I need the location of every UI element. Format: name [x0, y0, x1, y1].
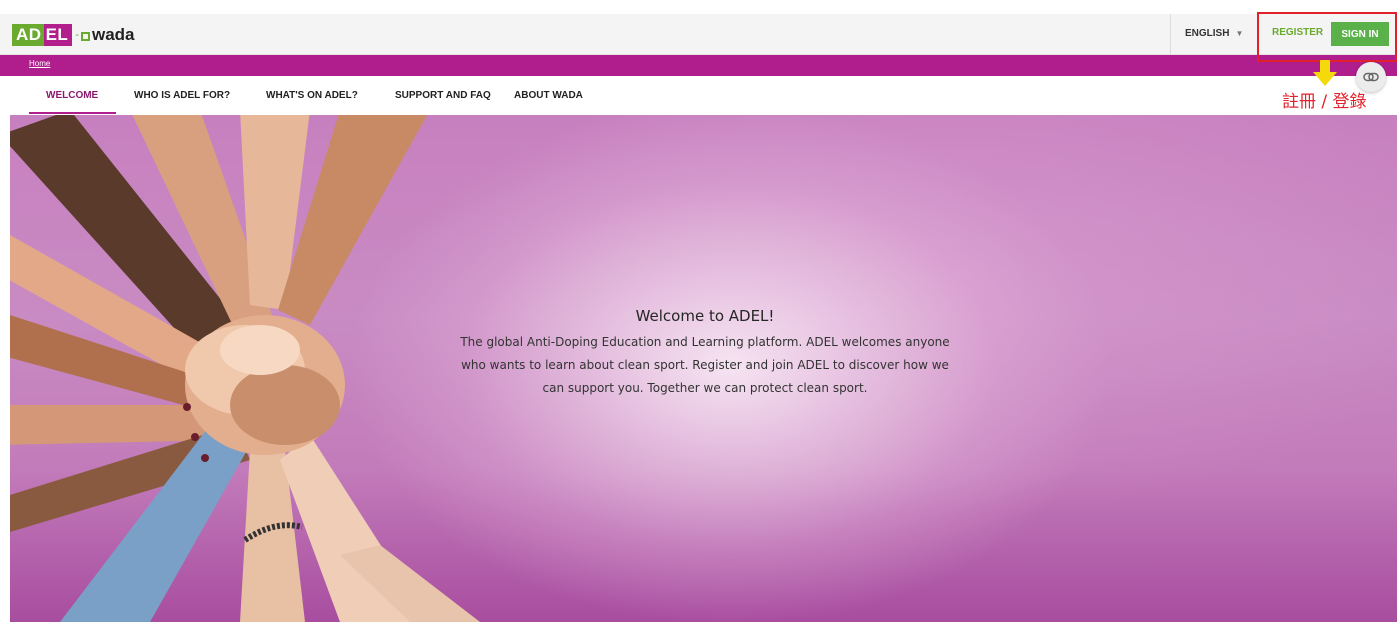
language-label: ENGLISH [1185, 28, 1230, 39]
nav-tab-support-and-faq[interactable]: SUPPORT AND FAQ [395, 78, 491, 114]
logo-wada: wada [91, 25, 135, 44]
stacked-hands-image [10, 115, 480, 622]
hero-banner: Welcome to ADEL! The global Anti-Doping … [10, 115, 1397, 622]
logo-ad: AD [12, 24, 44, 46]
chevron-down-icon: ▼ [1235, 29, 1244, 38]
main-nav: WELCOME WHO IS ADEL FOR? WHAT'S ON ADEL?… [0, 78, 1397, 114]
annotation-label: 註冊 / 登錄 [1282, 92, 1367, 112]
breadcrumb: Home [0, 55, 1397, 76]
breadcrumb-home-link[interactable]: Home [29, 59, 50, 68]
hero-text-block: Welcome to ADEL! The global Anti-Doping … [450, 307, 960, 400]
language-selector[interactable]: ENGLISH ▼ [1170, 14, 1257, 54]
sign-in-button[interactable]: SIGN IN [1331, 22, 1389, 46]
link-button[interactable] [1356, 62, 1386, 92]
logo-separator: - [75, 29, 79, 41]
wada-mark-icon [80, 31, 90, 41]
nav-tab-who-is-adel-for[interactable]: WHO IS ADEL FOR? [134, 78, 230, 114]
nav-tab-welcome[interactable]: WELCOME [46, 78, 98, 114]
logo-el: EL [43, 24, 73, 46]
hero-title: Welcome to ADEL! [635, 307, 775, 325]
hero-description: The global Anti-Doping Education and Lea… [460, 335, 950, 395]
adel-wada-logo[interactable]: AD EL - wada [12, 24, 135, 46]
nav-tab-whats-on-adel[interactable]: WHAT'S ON ADEL? [266, 78, 358, 114]
active-tab-indicator [29, 112, 116, 114]
register-button[interactable]: REGISTER [1272, 27, 1323, 38]
link-icon [1363, 72, 1379, 82]
nav-tab-about-wada[interactable]: ABOUT WADA [514, 78, 583, 114]
arrow-down-icon [1313, 60, 1337, 86]
top-header: AD EL - wada ENGLISH ▼ REGISTER SIGN IN [0, 14, 1397, 55]
